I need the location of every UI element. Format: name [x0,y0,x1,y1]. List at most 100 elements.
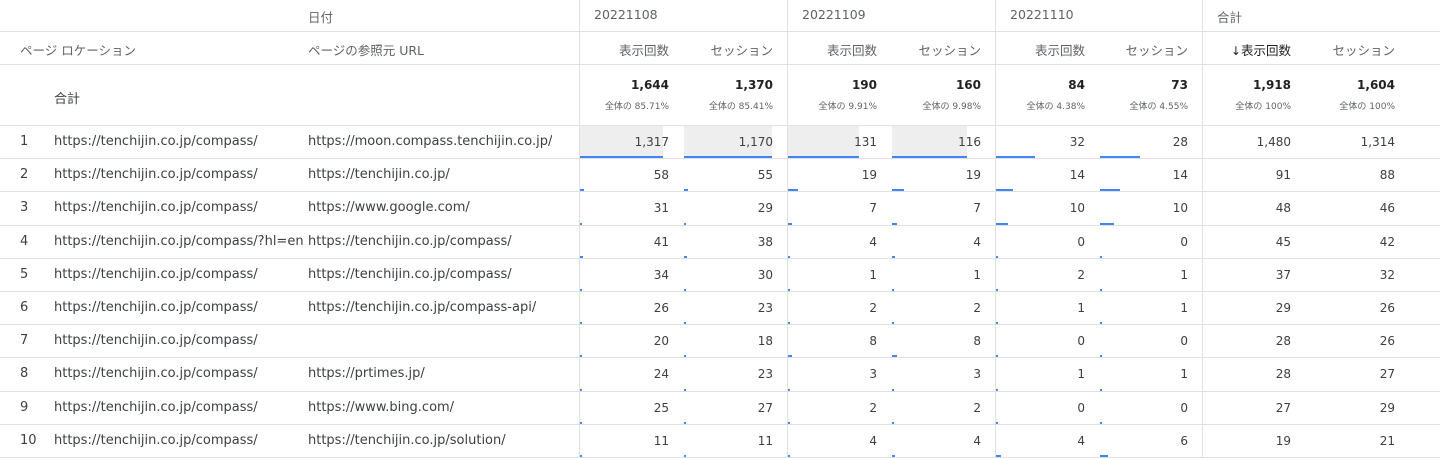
column-header-views[interactable]: 表示回数 [985,40,1085,59]
sessions-value: 30 [757,267,773,282]
total-value: 1,644 [631,78,669,92]
views-value: 28 [1275,334,1291,349]
page-location-cell[interactable]: https://tenchijin.co.jp/compass/ [54,433,258,448]
views-value: 10 [1069,201,1085,216]
page-location-cell[interactable]: https://tenchijin.co.jp/compass/ [54,333,258,348]
page-location-cell[interactable]: https://tenchijin.co.jp/compass/ [54,366,258,381]
column-header-views[interactable]: ↓表示回数 [1191,40,1291,59]
views-value: 3 [869,367,877,382]
sessions-value: 8 [973,334,981,349]
views-value: 19 [1275,433,1291,448]
views-value: 0 [1077,234,1085,249]
column-header-label: 表示回数 [1240,43,1291,58]
sessions-value: 21 [1379,433,1395,448]
views-value: 37 [1275,267,1291,282]
total-value: 84 [1068,78,1085,92]
sessions-value: 10 [1172,201,1188,216]
column-header-label: セッション [1332,43,1395,58]
views-value: 0 [1077,334,1085,349]
sessions-value: 27 [757,400,773,415]
divider [0,64,1440,65]
sessions-value: 6 [1180,433,1188,448]
views-value: 2 [869,301,877,315]
divider [0,324,1440,325]
referrer-cell[interactable]: https://prtimes.jp/ [308,366,425,381]
referrer-cell[interactable]: https://tenchijin.co.jp/ [308,167,450,182]
column-header-page-location[interactable]: ページ ロケーション [20,40,136,59]
column-header-views[interactable]: 表示回数 [569,40,669,59]
views-value: 1 [1077,367,1085,382]
total-share: 全体の 100% [1235,102,1291,112]
row-index: 2 [20,167,29,183]
views-value: 8 [869,334,877,349]
views-value: 41 [653,234,669,249]
sessions-value: 1 [973,267,981,282]
views-value: 1 [869,267,877,282]
page-location-cell[interactable]: https://tenchijin.co.jp/compass/ [54,134,258,149]
sessions-value: 2 [973,301,981,315]
row-index: 4 [20,233,29,249]
sessions-value: 3 [973,367,981,382]
total-group-header: 合計 [1217,10,1243,25]
sessions-value: 55 [757,168,773,183]
column-header-views[interactable]: 表示回数 [777,40,877,59]
sessions-value: 1 [1180,267,1188,282]
sessions-value: 29 [1379,400,1395,415]
sessions-value: 26 [1379,334,1395,349]
date-dimension-header[interactable]: 日付 [308,7,333,26]
divider [0,391,1440,392]
total-share: 全体の 4.38% [1026,102,1085,112]
sessions-value: 27 [1379,367,1395,382]
sessions-value: 28 [1172,135,1188,149]
views-value: 29 [1275,301,1291,315]
sessions-value: 29 [757,201,773,216]
total-value: 160 [955,78,981,92]
views-value: 4 [869,433,877,448]
views-value: 48 [1275,201,1291,216]
views-value: 20 [653,334,669,349]
sessions-value: 0 [1180,234,1188,249]
column-header-sessions[interactable]: セッション [673,40,773,59]
referrer-cell[interactable]: https://tenchijin.co.jp/compass-api/ [308,300,536,315]
total-share: 全体の 100% [1339,102,1395,112]
date-header-20221110: 20221110 [1010,7,1074,22]
report-table: 日付 20221108 20221109 20221110 合計 ページ ロケー… [0,0,1440,458]
column-header-sessions[interactable]: セッション [881,40,981,59]
views-value: 11 [653,433,669,448]
views-value: 28 [1275,367,1291,382]
page-location-cell[interactable]: https://tenchijin.co.jp/compass/ [54,400,258,415]
page-location-cell[interactable]: https://tenchijin.co.jp/compass/?hl=en [54,234,304,249]
page-location-cell[interactable]: https://tenchijin.co.jp/compass/ [54,300,258,315]
divider [0,225,1440,226]
referrer-cell[interactable]: https://moon.compass.tenchijin.co.jp/ [308,134,552,149]
page-location-cell[interactable]: https://tenchijin.co.jp/compass/ [54,267,258,282]
column-header-sessions[interactable]: セッション [1088,40,1188,59]
referrer-cell[interactable]: https://tenchijin.co.jp/compass/ [308,234,512,249]
sessions-value: 42 [1379,234,1395,249]
views-value: 19 [861,168,877,183]
views-value: 91 [1275,168,1291,183]
total-share: 全体の 85.71% [604,102,669,112]
referrer-cell[interactable]: https://www.bing.com/ [308,400,454,415]
views-value: 14 [1069,168,1085,183]
sessions-value: 1 [1180,301,1188,315]
sessions-value: 46 [1379,201,1395,216]
sessions-value: 0 [1180,334,1188,349]
page-location-cell[interactable]: https://tenchijin.co.jp/compass/ [54,200,258,215]
page-location-cell[interactable]: https://tenchijin.co.jp/compass/ [54,167,258,182]
divider [0,31,1440,32]
referrer-cell[interactable]: https://www.google.com/ [308,200,470,215]
divider [0,291,1440,292]
row-index: 3 [20,200,29,216]
column-header-label: セッション [1125,43,1188,58]
referrer-cell[interactable]: https://tenchijin.co.jp/compass/ [308,267,512,282]
referrer-cell[interactable]: https://tenchijin.co.jp/solution/ [308,433,506,448]
sessions-value: 116 [958,135,981,149]
row-index: 8 [20,366,29,382]
sessions-value: 32 [1379,267,1395,282]
total-value: 1,604 [1357,78,1395,92]
column-header-referrer[interactable]: ページの参照元 URL [308,40,424,59]
divider [0,191,1440,192]
column-header-sessions[interactable]: セッション [1295,40,1395,59]
total-share: 全体の 85.41% [708,102,773,112]
